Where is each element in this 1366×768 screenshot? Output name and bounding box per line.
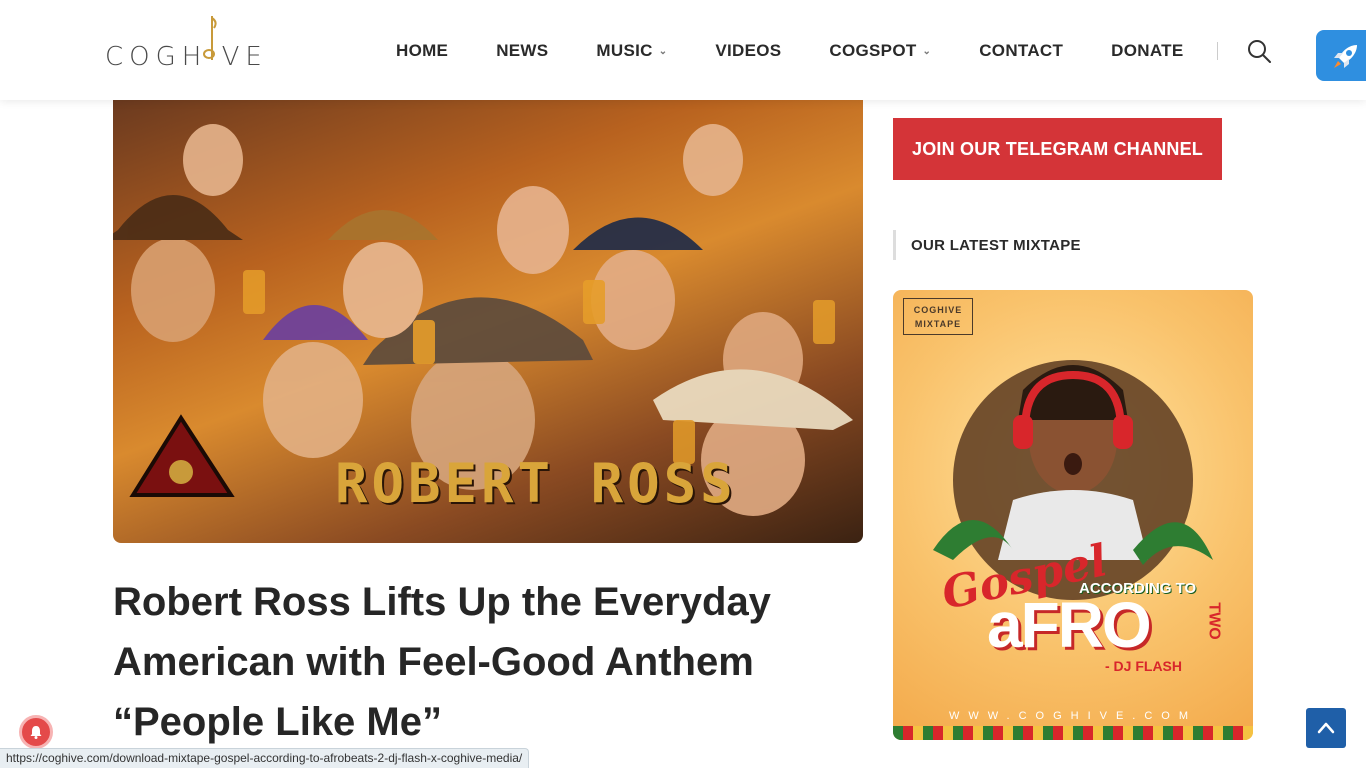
logo-music-note-icon <box>203 16 217 60</box>
mixtape-artwork <box>933 360 1213 600</box>
nav-contact-label: CONTACT <box>979 41 1064 60</box>
nav-donate[interactable]: DONATE <box>1111 41 1183 61</box>
nav-videos[interactable]: VIDEOS <box>715 41 781 61</box>
search-icon <box>1248 40 1271 63</box>
telegram-channel-button[interactable]: JOIN OUR TELEGRAM CHANNEL <box>893 118 1222 180</box>
nav-contact[interactable]: CONTACT <box>979 41 1063 61</box>
mixtape-dj: - DJ FLASH <box>1105 658 1182 674</box>
mixtape-title-two: TWO <box>1205 602 1223 640</box>
nav-home[interactable]: HOME <box>396 41 448 61</box>
search-button[interactable] <box>1246 38 1272 64</box>
rocket-button[interactable] <box>1316 30 1366 81</box>
nav-cogspot[interactable]: COGSPOT ⌄ <box>829 41 931 61</box>
image-banner-text: ROBERT ROSS <box>335 452 737 515</box>
post-title: Robert Ross Lifts Up the Everyday Americ… <box>113 580 771 744</box>
main-nav: HOME NEWS MUSIC ⌄ VIDEOS COGSPOT ⌄ CONTACT… <box>396 38 1231 64</box>
site-header: COGH VE HOME NEWS MUSIC ⌄ VIDEOS COGSPOT ⌄… <box>0 0 1366 100</box>
mixtape-cover[interactable]: COGHIVE MIXTAPE Gospel ACCORDING TO aFRO… <box>893 290 1253 740</box>
nav-music-label: MUSIC <box>596 41 653 60</box>
nav-music[interactable]: MUSIC ⌄ <box>596 41 667 61</box>
bell-icon <box>30 726 42 739</box>
widget-title: OUR LATEST MIXTAPE <box>893 230 1081 260</box>
back-to-top-button[interactable] <box>1306 708 1346 748</box>
nav-donate-label: DONATE <box>1111 41 1184 60</box>
notification-bell-button[interactable] <box>19 715 53 749</box>
site-logo[interactable]: COGH VE <box>105 14 270 72</box>
mixtape-url: WWW.COGHIVE.COM <box>948 710 1198 722</box>
nav-videos-label: VIDEOS <box>715 41 782 60</box>
nav-news-label: NEWS <box>496 41 549 60</box>
nav-home-label: HOME <box>396 41 449 60</box>
chevron-up-icon <box>1317 722 1335 734</box>
nav-news[interactable]: NEWS <box>496 41 548 61</box>
logo-text: COGH VE <box>105 42 268 72</box>
mixtape-pattern-strip <box>893 726 1253 740</box>
nav-divider <box>1217 42 1218 60</box>
chevron-down-icon: ⌄ <box>658 45 668 57</box>
chevron-down-icon: ⌄ <box>922 45 932 57</box>
nav-cogspot-label: COGSPOT <box>829 41 917 60</box>
mixtape-title-afro: aFRO <box>987 589 1152 661</box>
featured-image[interactable]: ROBERT ROSS <box>113 100 863 543</box>
rocket-icon <box>1334 44 1357 68</box>
status-bar-url: https://coghive.com/download-mixtape-gos… <box>0 748 530 768</box>
